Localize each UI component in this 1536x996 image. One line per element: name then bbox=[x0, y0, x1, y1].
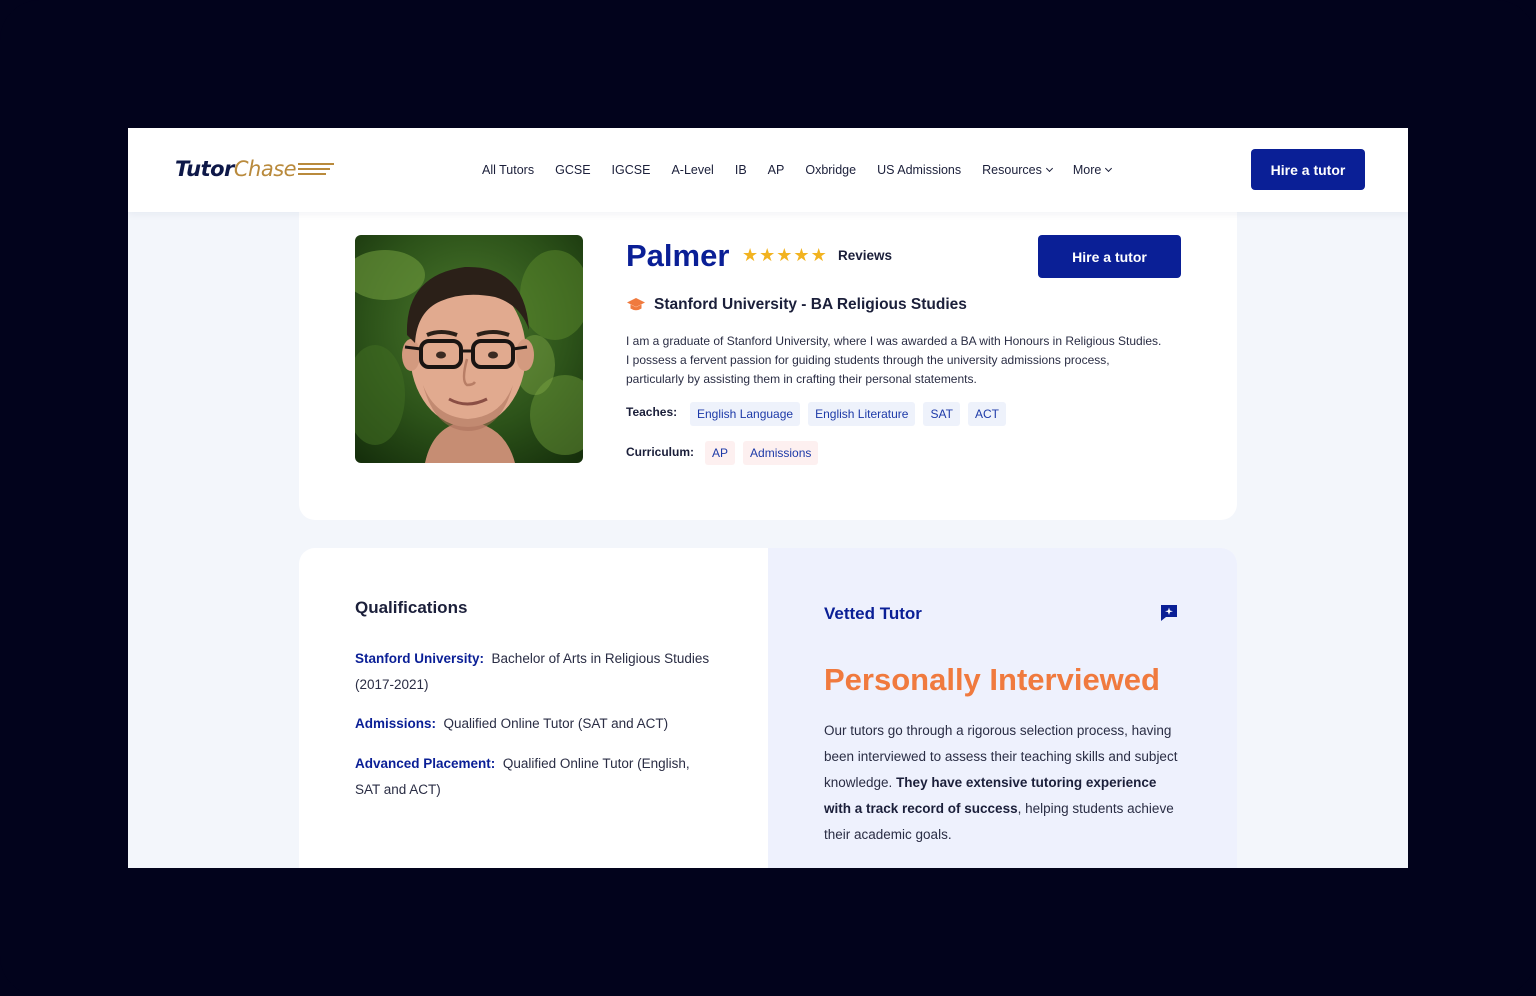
tutor-profile-card: Palmer ★ ★ ★ ★ ★ Reviews Hire a tutor Stanfo… bbox=[299, 212, 1237, 520]
star-icon: ★ bbox=[742, 245, 759, 265]
university-line: Stanford University - BA Religious Studi… bbox=[626, 296, 967, 314]
nav-item-label: GCSE bbox=[555, 163, 591, 177]
vetted-tutor-title: Vetted Tutor bbox=[824, 604, 922, 623]
reviews-link[interactable]: Reviews bbox=[838, 248, 892, 263]
tutor-bio: I am a graduate of Stanford University, … bbox=[626, 334, 1162, 386]
nav-item-label: IB bbox=[734, 163, 747, 177]
university-degree: Stanford University - BA Religious Studi… bbox=[654, 296, 967, 313]
nav-item-all-tutors[interactable]: All Tutors bbox=[482, 163, 534, 177]
profile-hire-tutor-button[interactable]: Hire a tutor bbox=[1038, 235, 1181, 278]
nav-item-igcse[interactable]: IGCSE bbox=[612, 163, 651, 177]
teaches-chip-english-language[interactable]: English Language bbox=[690, 402, 801, 426]
teaches-chip-act[interactable]: ACT bbox=[967, 402, 1006, 426]
nav-item-ib[interactable]: IB bbox=[735, 163, 747, 177]
vetted-description: Our tutors go through a rigorous selecti… bbox=[824, 718, 1184, 848]
star-icon: ★ bbox=[776, 245, 793, 265]
nav-item-label: More bbox=[1072, 163, 1102, 177]
qualification-key: Advanced Placement: bbox=[355, 756, 496, 771]
tutor-portrait-image bbox=[355, 235, 583, 463]
details-card: Qualifications Stanford University: Bach… bbox=[299, 548, 1237, 868]
nav-item-label: IGCSE bbox=[611, 163, 651, 177]
nav-item-label: Resources bbox=[982, 163, 1042, 177]
nav-item-label: All Tutors bbox=[482, 163, 535, 177]
graduation-cap-icon bbox=[627, 298, 645, 311]
teaches-chip-sat[interactable]: SAT bbox=[923, 402, 960, 426]
nav-item-more[interactable]: More bbox=[1072, 163, 1113, 177]
qualification-item: Stanford University: Bachelor of Arts in… bbox=[355, 646, 715, 698]
star-icon: ★ bbox=[759, 245, 776, 265]
teaches-chip-english-literature[interactable]: English Literature bbox=[808, 402, 916, 426]
qualification-item: Admissions: Qualified Online Tutor (SAT … bbox=[355, 711, 715, 737]
vetted-tutor-panel: Vetted Tutor Personally Interviewed Our … bbox=[768, 548, 1237, 868]
nav-item-a-level[interactable]: A-Level bbox=[671, 163, 713, 177]
device-frame: Tutor Chase All Tutors GCSE IGCSE A-Level IB… bbox=[0, 0, 1536, 996]
nav-item-label: AP bbox=[767, 163, 785, 177]
nav-item-ap[interactable]: AP bbox=[768, 163, 785, 177]
chevron-down-icon bbox=[1045, 164, 1053, 173]
qualification-key: Stanford University: bbox=[355, 651, 485, 666]
browser-viewport: Tutor Chase All Tutors GCSE IGCSE A-Level IB… bbox=[128, 128, 1408, 868]
qualification-item: Advanced Placement: Qualified Online Tut… bbox=[355, 751, 715, 803]
curriculum-chip-ap[interactable]: AP bbox=[705, 441, 736, 465]
nav-item-oxbridge[interactable]: Oxbridge bbox=[805, 163, 856, 177]
curriculum-chip-admissions[interactable]: Admissions bbox=[743, 441, 819, 465]
logo-speed-lines-icon bbox=[298, 163, 335, 175]
main-nav: All Tutors GCSE IGCSE A-Level IB AP Oxbridge US… bbox=[482, 160, 1132, 180]
site-header: Tutor Chase All Tutors GCSE IGCSE A-Level IB… bbox=[128, 128, 1408, 212]
rating-stars: ★ ★ ★ ★ ★ bbox=[742, 246, 827, 264]
teaches-chips: English Language English Literature SAT ACT bbox=[690, 402, 1006, 426]
header-hire-tutor-button[interactable]: Hire a tutor bbox=[1251, 149, 1365, 190]
qualification-key: Admissions: bbox=[355, 716, 437, 731]
logo-text-chase: Chase bbox=[233, 157, 297, 181]
nav-item-label: US Admissions bbox=[877, 163, 962, 177]
star-icon: ★ bbox=[810, 245, 827, 265]
logo-text-tutor: Tutor bbox=[175, 157, 234, 181]
nav-item-label: Oxbridge bbox=[805, 163, 857, 177]
star-icon: ★ bbox=[793, 245, 810, 265]
qualification-value: Qualified Online Tutor (SAT and ACT) bbox=[443, 716, 669, 731]
tutorchase-logo[interactable]: Tutor Chase bbox=[175, 154, 335, 184]
personally-interviewed-headline: Personally Interviewed bbox=[824, 662, 1160, 697]
tutor-name: Palmer bbox=[626, 238, 730, 273]
chat-sparkle-icon bbox=[1161, 605, 1177, 621]
tutor-photo bbox=[355, 235, 583, 463]
teaches-label: Teaches: bbox=[626, 405, 678, 419]
nav-item-us-admissions[interactable]: US Admissions bbox=[877, 163, 961, 177]
nav-item-gcse[interactable]: GCSE bbox=[555, 163, 590, 177]
curriculum-label: Curriculum: bbox=[626, 445, 695, 459]
qualifications-title: Qualifications bbox=[355, 598, 468, 617]
nav-item-label: A-Level bbox=[671, 163, 714, 177]
nav-item-resources[interactable]: Resources bbox=[982, 163, 1053, 177]
curriculum-chips: AP Admissions bbox=[705, 441, 819, 465]
chevron-down-icon bbox=[1105, 164, 1113, 173]
